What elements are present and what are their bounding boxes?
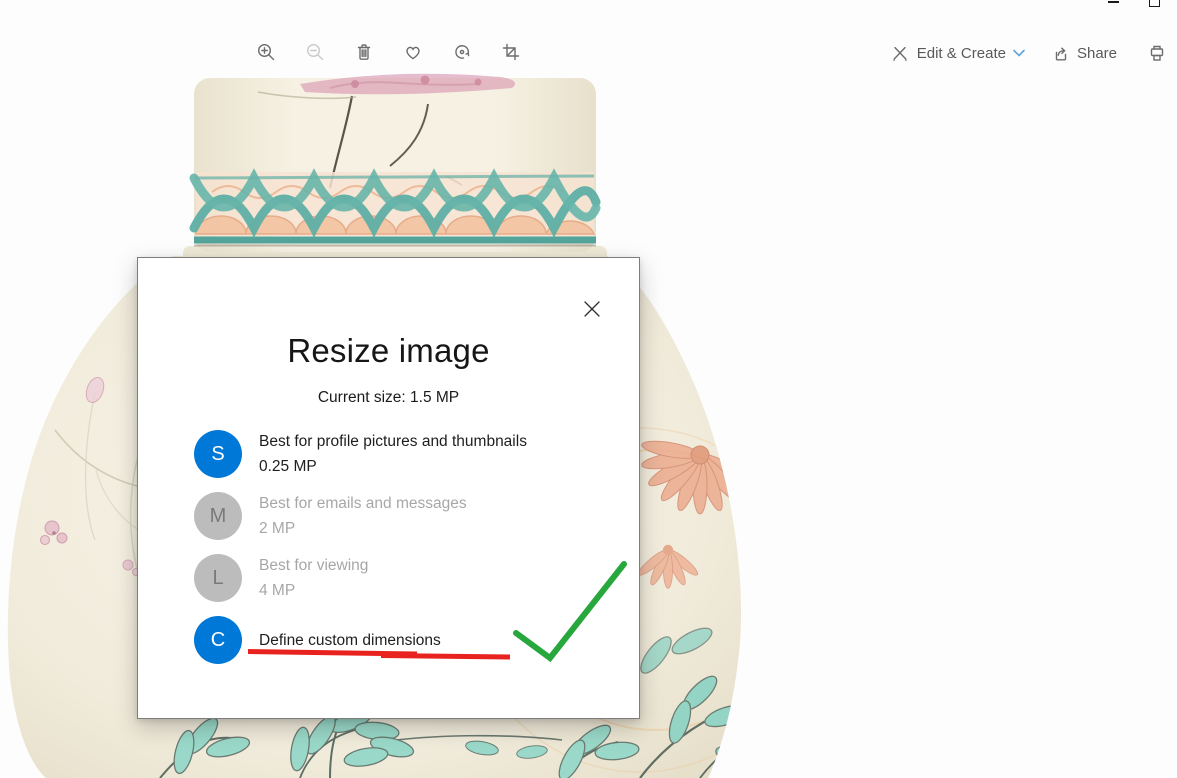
edit-create-button[interactable]: Edit & Create: [890, 43, 1025, 63]
toolbar-right-group: Edit & Create Share: [890, 42, 1167, 64]
titlebar: [0, 0, 1177, 12]
print-icon: [1147, 43, 1167, 63]
size-option-line1: Best for profile pictures and thumbnails: [259, 429, 527, 454]
edit-create-label: Edit & Create: [917, 45, 1006, 62]
size-option-line2: 2 MP: [259, 516, 467, 541]
toolbar-left-group: [256, 42, 521, 62]
print-button[interactable]: [1147, 43, 1167, 63]
size-option-medium[interactable]: M Best for emails and messages 2 MP: [194, 492, 623, 540]
size-badge-s: S: [194, 430, 242, 478]
size-option-custom[interactable]: C Define custom dimensions: [194, 616, 623, 664]
crop-icon: [501, 42, 521, 62]
dialog-title: Resize image: [138, 332, 639, 370]
photos-app-window: Edit & Create Share: [0, 0, 1177, 778]
delete-button[interactable]: [354, 42, 374, 62]
zoom-out-button[interactable]: [305, 42, 325, 62]
rotate-button[interactable]: [452, 42, 472, 62]
size-badge-c: C: [194, 616, 242, 664]
minimize-icon[interactable]: [1108, 1, 1119, 3]
zoom-out-icon: [305, 42, 325, 62]
size-badge-l: L: [194, 554, 242, 602]
favorite-heart-icon: [403, 42, 423, 62]
size-option-line2: 0.25 MP: [259, 454, 527, 479]
dialog-subtitle: Current size: 1.5 MP: [138, 389, 639, 407]
share-icon: [1050, 43, 1070, 63]
size-option-line1: Best for emails and messages: [259, 491, 467, 516]
maximize-icon[interactable]: [1149, 0, 1160, 7]
zoom-in-icon: [256, 42, 276, 62]
size-option-large[interactable]: L Best for viewing 4 MP: [194, 554, 623, 602]
size-option-text: Define custom dimensions: [259, 628, 441, 653]
size-badge-m: M: [194, 492, 242, 540]
share-button[interactable]: Share: [1050, 43, 1117, 63]
size-option-line1: Best for viewing: [259, 553, 368, 578]
zoom-in-button[interactable]: [256, 42, 276, 62]
chevron-down-icon: [1013, 49, 1025, 57]
size-options-list: S Best for profile pictures and thumbnai…: [194, 430, 623, 664]
rotate-icon: [452, 42, 472, 62]
size-option-text: Best for profile pictures and thumbnails…: [259, 429, 527, 479]
favorite-button[interactable]: [403, 42, 423, 62]
share-label: Share: [1077, 45, 1117, 62]
close-icon[interactable]: [582, 299, 602, 319]
size-option-small[interactable]: S Best for profile pictures and thumbnai…: [194, 430, 623, 478]
toolbar: Edit & Create Share: [0, 12, 1177, 68]
size-option-line1: Define custom dimensions: [259, 628, 441, 653]
edit-create-icon: [890, 43, 910, 63]
size-option-text: Best for viewing 4 MP: [259, 553, 368, 603]
size-option-line2: 4 MP: [259, 578, 368, 603]
resize-dialog: Resize image Current size: 1.5 MP S Best…: [137, 257, 640, 719]
size-option-text: Best for emails and messages 2 MP: [259, 491, 467, 541]
crop-button[interactable]: [501, 42, 521, 62]
delete-trash-icon: [354, 42, 374, 62]
